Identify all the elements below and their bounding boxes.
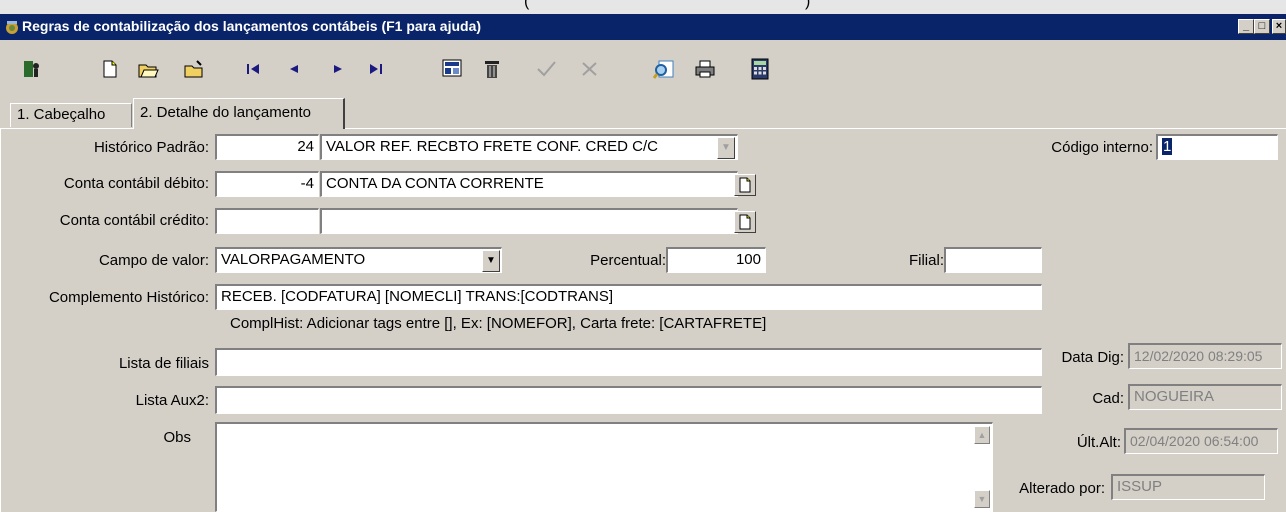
search-icon[interactable] xyxy=(652,57,676,81)
top-strip xyxy=(0,0,1286,14)
tab-cabecalho[interactable]: 1. Cabeçalho xyxy=(10,103,132,127)
campo-valor-value: VALORPAGAMENTO xyxy=(221,251,366,268)
conta-credito-code-field[interactable] xyxy=(215,208,319,234)
document-icon xyxy=(739,214,751,230)
document-icon xyxy=(739,177,751,193)
conta-credito-label: Conta contábil crédito: xyxy=(59,212,209,229)
complemento-historico-label: Complemento Histórico: xyxy=(48,289,209,306)
cancel-icon[interactable] xyxy=(578,57,602,81)
historico-padrao-code-field[interactable]: 24 xyxy=(215,134,319,160)
conta-debito-code-field[interactable]: -4 xyxy=(215,171,319,197)
close-button[interactable]: × xyxy=(1272,19,1286,34)
confirm-icon[interactable] xyxy=(534,57,558,81)
last-record-icon[interactable] xyxy=(364,57,388,81)
historico-padrao-description: VALOR REF. RECBTO FRETE CONF. CRED C/C xyxy=(326,138,658,155)
lista-aux2-label: Lista Aux2: xyxy=(135,392,209,409)
open-folder-icon[interactable] xyxy=(182,57,206,81)
print-icon[interactable] xyxy=(693,57,717,81)
top-right-paren: ) xyxy=(805,0,811,10)
top-left-paren: ( xyxy=(524,0,530,10)
historico-padrao-select[interactable]: VALOR REF. RECBTO FRETE CONF. CRED C/C xyxy=(320,134,738,160)
obs-textarea[interactable] xyxy=(215,422,993,512)
next-record-icon[interactable] xyxy=(326,57,350,81)
complemento-hint: ComplHist: Adicionar tags entre [], Ex: … xyxy=(230,315,767,332)
percentual-field[interactable]: 100 xyxy=(666,247,766,273)
historico-padrao-label: Histórico Padrão: xyxy=(93,139,209,156)
first-record-icon[interactable] xyxy=(241,57,265,81)
new-icon[interactable] xyxy=(98,57,122,81)
percentual-label: Percentual: xyxy=(590,252,666,269)
alterado-por-label: Alterado por: xyxy=(1019,480,1105,497)
alterado-por-field: ISSUP xyxy=(1111,474,1265,500)
filial-field[interactable] xyxy=(944,247,1042,273)
open-icon[interactable] xyxy=(136,57,160,81)
data-dig-label: Data Dig: xyxy=(1061,349,1124,366)
conta-credito-description-field[interactable] xyxy=(320,208,738,234)
obs-scroll-up-button[interactable]: ▲ xyxy=(974,426,990,444)
cad-field: NOGUEIRA xyxy=(1128,384,1282,410)
historico-padrao-dropdown-button[interactable]: ▼ xyxy=(717,137,735,159)
complemento-historico-field[interactable]: RECEB. [CODFATURA] [NOMECLI] TRANS:[CODT… xyxy=(215,284,1042,310)
obs-label: Obs xyxy=(163,429,191,446)
edit-icon[interactable] xyxy=(440,57,464,81)
delete-icon[interactable] xyxy=(480,57,504,81)
maximize-button[interactable]: □ xyxy=(1254,19,1270,34)
codigo-interno-value: 1 xyxy=(1162,138,1173,155)
conta-debito-lookup-button[interactable] xyxy=(734,174,756,196)
obs-scroll-down-button[interactable]: ▼ xyxy=(974,490,990,508)
ult-alt-field: 02/04/2020 06:54:00 xyxy=(1124,428,1278,454)
campo-valor-dropdown-button[interactable]: ▼ xyxy=(482,250,500,272)
filial-label: Filial: xyxy=(908,252,944,269)
tab-panel-edge xyxy=(0,129,1,512)
tab-detalhe-lancamento[interactable]: 2. Detalhe do lançamento xyxy=(133,98,345,129)
window-title: Regras de contabilização dos lançamentos… xyxy=(22,18,482,34)
conta-credito-lookup-button[interactable] xyxy=(734,211,756,233)
cad-label: Cad: xyxy=(1092,390,1124,407)
campo-valor-select[interactable]: VALORPAGAMENTO xyxy=(215,247,502,273)
data-dig-field: 12/02/2020 08:29:05 xyxy=(1128,343,1282,369)
calculator-icon[interactable] xyxy=(748,57,772,81)
minimize-button[interactable]: _ xyxy=(1238,19,1254,34)
lista-filiais-label: Lista de filiais xyxy=(118,355,209,372)
campo-valor-label: Campo de valor: xyxy=(98,252,209,269)
lista-aux2-field[interactable] xyxy=(215,386,1042,414)
conta-debito-description-field[interactable]: CONTA DA CONTA CORRENTE xyxy=(320,171,738,197)
codigo-interno-label: Código interno: xyxy=(1051,139,1153,156)
conta-debito-label: Conta contábil débito: xyxy=(63,175,209,192)
lista-filiais-field[interactable] xyxy=(215,348,1042,376)
previous-record-icon[interactable] xyxy=(282,57,306,81)
codigo-interno-field[interactable]: 1 xyxy=(1156,134,1278,160)
ult-alt-label: Últ.Alt: xyxy=(1076,434,1121,451)
exit-icon[interactable] xyxy=(20,57,44,81)
app-icon xyxy=(4,19,20,35)
